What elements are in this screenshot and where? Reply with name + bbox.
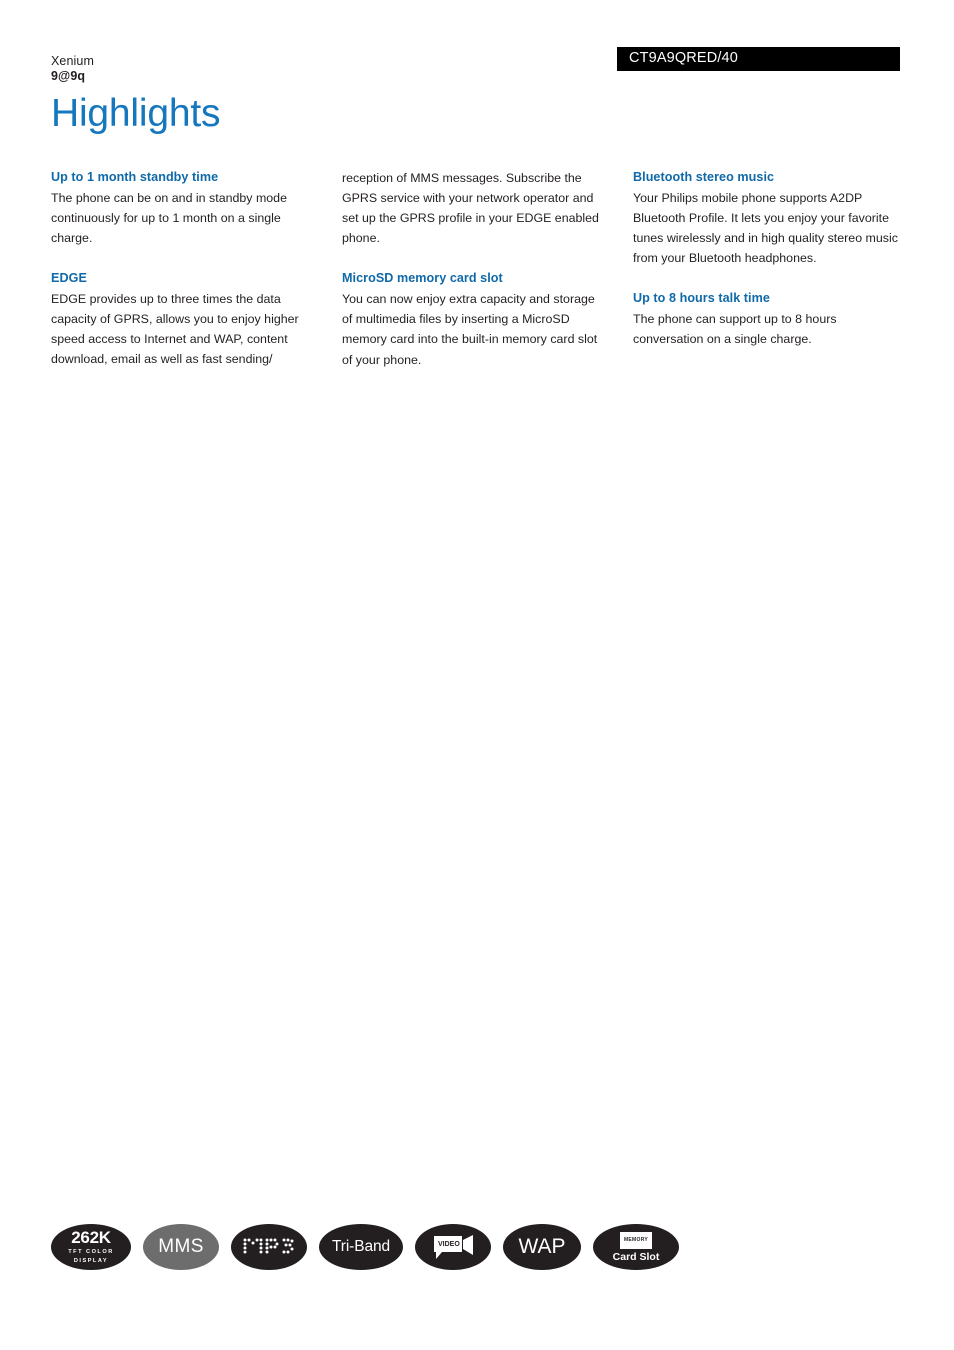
badge-card-slot-label: Card Slot — [612, 1250, 660, 1263]
feature-block: MicroSD memory card slot You can now enj… — [342, 269, 608, 369]
highlights-columns: Up to 1 month standby time The phone can… — [51, 168, 907, 370]
feature-heading: Up to 8 hours talk time — [633, 291, 770, 306]
highlights-column-2: reception of MMS messages. Subscribe the… — [342, 168, 608, 370]
feature-block: Up to 8 hours talk time The phone can su… — [633, 289, 899, 349]
mp3-dotmatrix-glyph — [243, 1238, 294, 1254]
feature-body: The phone can be on and in standby mode … — [51, 190, 287, 246]
mms-badge-icon: MMS — [143, 1224, 219, 1270]
camcorder-glyph: VIDEO — [434, 1235, 473, 1259]
badge-262k-subtitle2: DISPLAY — [73, 1257, 109, 1264]
badge-wap-label: WAP — [518, 1235, 566, 1258]
display-262k-badge-icon: 262K TFT COLOR DISPLAY — [51, 1224, 131, 1270]
highlights-column-1: Up to 1 month standby time The phone can… — [51, 168, 317, 370]
feature-heading: MicroSD memory card slot — [342, 271, 503, 286]
badge-video-label: VIDEO — [438, 1241, 460, 1248]
feature-block: EDGE EDGE provides up to three times the… — [51, 269, 317, 369]
feature-body: You can now enjoy extra capacity and sto… — [342, 292, 598, 367]
feature-block: Bluetooth stereo music Your Philips mobi… — [633, 168, 899, 268]
feature-heading: Up to 1 month standby time — [51, 170, 219, 184]
badge-mms-label: MMS — [158, 1236, 204, 1257]
model-name: 9@9q — [51, 69, 86, 84]
page-title: Highlights — [51, 92, 221, 135]
video-badge-icon: VIDEO — [415, 1224, 491, 1270]
tri-band-badge-icon: Tri-Band — [319, 1224, 403, 1270]
feature-heading: Bluetooth stereo music — [633, 170, 775, 184]
badge-262k-subtitle1: TFT COLOR — [68, 1249, 114, 1256]
product-code-text: CT9A9QRED/40 — [629, 50, 738, 66]
product-code-bar: CT9A9QRED/40 — [617, 47, 900, 71]
feature-body: EDGE provides up to three times the data… — [51, 292, 299, 367]
page-header: Xenium 9@9q CT9A9QRED/40 Highlights — [0, 0, 954, 150]
memory-card-slot-badge-icon: MEMORY Card Slot — [593, 1224, 679, 1270]
badge-memory-chip: MEMORY — [620, 1231, 652, 1249]
badge-262k-value: 262K — [71, 1228, 111, 1248]
wap-badge-icon: WAP — [503, 1224, 581, 1270]
mp3-badge-icon — [231, 1224, 307, 1270]
badge-triband-label: Tri-Band — [331, 1238, 391, 1255]
brand-name: Xenium — [51, 54, 94, 68]
feature-heading: EDGE — [51, 271, 87, 286]
highlights-column-3: Bluetooth stereo music Your Philips mobi… — [633, 168, 899, 370]
feature-continuation-block: reception of MMS messages. Subscribe the… — [342, 168, 608, 248]
brand-block: Xenium 9@9q — [51, 54, 94, 85]
feature-body: Your Philips mobile phone supports A2DP … — [633, 190, 898, 266]
feature-continuation-body: reception of MMS messages. Subscribe the… — [342, 171, 599, 246]
feature-body: The phone can support up to 8 hours conv… — [633, 312, 837, 347]
feature-block: Up to 1 month standby time The phone can… — [51, 168, 317, 248]
feature-badges-row: 262K TFT COLOR DISPLAY MMS Tri-Band VIDE… — [51, 1222, 691, 1272]
